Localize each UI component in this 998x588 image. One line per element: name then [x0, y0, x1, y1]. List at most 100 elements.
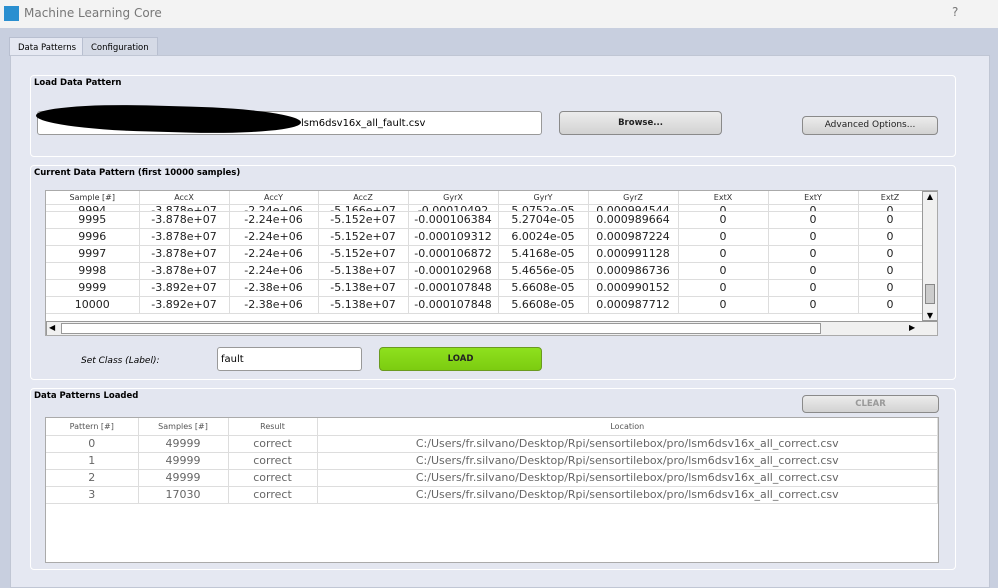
column-header[interactable]: ExtY — [768, 191, 859, 205]
group-title: Current Data Pattern (first 10000 sample… — [34, 168, 241, 178]
table-row[interactable]: 10000 -3.892e+07 -2.38e+06 -5.138e+07 -0.000… — [46, 296, 922, 314]
table-row[interactable]: 9999 -3.892e+07 -2.38e+06 -5.138e+07 -0.0001… — [46, 279, 922, 297]
column-header[interactable]: ExtX — [678, 191, 769, 205]
group-title: Load Data Pattern — [34, 78, 122, 88]
table-cell: -0.00010492 — [408, 204, 499, 212]
table-cell: 17030 — [138, 486, 229, 504]
set-class-label: Set Class (Label): — [81, 356, 160, 366]
table-cell: 49999 — [138, 435, 229, 453]
table-row[interactable]: 1 49999 correct C:/Users/fr.silvano/Desktop… — [46, 452, 938, 470]
table-cell: 0 — [678, 211, 769, 229]
advanced-options-button[interactable]: Advanced Options... — [802, 116, 938, 135]
table-cell: 0 — [768, 296, 859, 314]
table-cell: -0.000106384 — [408, 211, 499, 229]
load-button[interactable]: LOAD — [379, 347, 542, 371]
table-cell: -2.24e+06 — [229, 262, 319, 280]
browse-button[interactable]: Browse... — [559, 111, 722, 135]
column-header[interactable]: Location — [317, 418, 938, 436]
table-row[interactable]: 9997 -3.878e+07 -2.24e+06 -5.152e+07 -0.0001… — [46, 245, 922, 263]
scroll-right-icon[interactable]: ▶ — [909, 323, 915, 332]
table-cell: -2.24e+06 — [229, 228, 319, 246]
table-cell: 0.000991128 — [588, 245, 679, 263]
tab-data-patterns[interactable]: Data Patterns — [9, 37, 86, 56]
patterns-table: Pattern [#] Samples [#] Result Location 0 49… — [46, 418, 938, 504]
table-cell: 0 — [858, 228, 922, 246]
table-cell: -2.24e+06 — [229, 245, 319, 263]
table-cell: -5.138e+07 — [318, 279, 409, 297]
column-header[interactable]: Result — [228, 418, 318, 436]
table-cell: 9998 — [46, 262, 140, 280]
data-table: Sample [#] AccX AccY AccZ GyrX GyrY GyrZ ExtX Ex… — [46, 191, 922, 314]
table-row[interactable]: 9995 -3.878e+07 -2.24e+06 -5.152e+07 -0.0001… — [46, 211, 922, 229]
clear-button[interactable]: CLEAR — [802, 395, 939, 413]
table-row[interactable]: 0 49999 correct C:/Users/fr.silvano/Desktop… — [46, 435, 938, 453]
table-cell: 0 — [768, 262, 859, 280]
column-header[interactable]: Samples [#] — [138, 418, 229, 436]
table-cell: 0 — [858, 262, 922, 280]
table-cell: -2.24e+06 — [229, 211, 319, 229]
table-cell: -2.24e+06 — [229, 204, 319, 212]
table-row[interactable]: 9994 -3.878e+07 -2.24e+06 -5.166e+07 -0.0001… — [46, 204, 922, 212]
table-cell: 1 — [46, 452, 139, 470]
table-cell: -5.152e+07 — [318, 245, 409, 263]
column-header[interactable]: AccX — [139, 191, 230, 205]
table-cell: C:/Users/fr.silvano/Desktop/Rpi/sensorti… — [317, 469, 938, 487]
data-table-container: Sample [#] AccX AccY AccZ GyrX GyrY GyrZ ExtX Ex… — [45, 190, 938, 336]
table-cell: C:/Users/fr.silvano/Desktop/Rpi/sensorti… — [317, 486, 938, 504]
current-data-pattern-group: Current Data Pattern (first 10000 sample… — [30, 165, 956, 380]
table-cell: 3 — [46, 486, 139, 504]
table-cell: 5.2704e-05 — [498, 211, 589, 229]
table-cell: 9994 — [46, 204, 140, 212]
column-header[interactable]: Sample [#] — [46, 191, 140, 205]
column-header[interactable]: GyrY — [498, 191, 589, 205]
table-cell: 0 — [858, 211, 922, 229]
app-icon — [4, 6, 19, 21]
column-header[interactable]: GyrX — [408, 191, 499, 205]
scroll-up-icon[interactable]: ▲ — [923, 192, 937, 201]
table-cell: -3.878e+07 — [139, 245, 230, 263]
table-cell: -0.000107848 — [408, 296, 499, 314]
column-header[interactable]: AccY — [229, 191, 319, 205]
table-cell: 49999 — [138, 469, 229, 487]
table-cell: correct — [228, 486, 318, 504]
table-cell: 9997 — [46, 245, 140, 263]
scroll-thumb[interactable] — [925, 284, 935, 304]
horizontal-scrollbar[interactable]: ◀ ▶ — [46, 321, 937, 335]
scroll-down-icon[interactable]: ▼ — [923, 311, 937, 320]
table-cell: -0.000102968 — [408, 262, 499, 280]
table-cell: 0.000994544 — [588, 204, 679, 212]
title-bar: Machine Learning Core ? — [0, 0, 998, 28]
column-header[interactable]: GyrZ — [588, 191, 679, 205]
table-cell: 0 — [858, 279, 922, 297]
table-cell: 2 — [46, 469, 139, 487]
table-cell: 0 — [678, 245, 769, 263]
table-cell: 9996 — [46, 228, 140, 246]
table-cell: 5.4168e-05 — [498, 245, 589, 263]
table-cell: -3.892e+07 — [139, 296, 230, 314]
window-title: Machine Learning Core — [24, 6, 162, 20]
table-row[interactable]: 3 17030 correct C:/Users/fr.silvano/Desktop… — [46, 486, 938, 504]
table-row[interactable]: 9998 -3.878e+07 -2.24e+06 -5.138e+07 -0.0001… — [46, 262, 922, 280]
table-cell: -5.152e+07 — [318, 228, 409, 246]
scroll-left-icon[interactable]: ◀ — [49, 323, 55, 332]
vertical-scrollbar[interactable]: ▲ ▼ — [922, 191, 937, 321]
table-cell: 0 — [678, 228, 769, 246]
table-cell: correct — [228, 435, 318, 453]
table-cell: 9999 — [46, 279, 140, 297]
column-header[interactable]: ExtZ — [858, 191, 922, 205]
patterns-table-container: Pattern [#] Samples [#] Result Location 0 49… — [45, 417, 939, 563]
column-header[interactable]: AccZ — [318, 191, 409, 205]
table-cell: 0 — [858, 204, 922, 212]
help-button[interactable]: ? — [952, 5, 958, 19]
table-cell: -5.138e+07 — [318, 296, 409, 314]
column-header[interactable]: Pattern [#] — [46, 418, 139, 436]
table-cell: -5.166e+07 — [318, 204, 409, 212]
table-row[interactable]: 9996 -3.878e+07 -2.24e+06 -5.152e+07 -0.0001… — [46, 228, 922, 246]
class-label-input[interactable] — [217, 347, 362, 371]
tab-configuration[interactable]: Configuration — [82, 37, 158, 56]
table-row[interactable]: 2 49999 correct C:/Users/fr.silvano/Desktop… — [46, 469, 938, 487]
table-cell: -3.878e+07 — [139, 211, 230, 229]
table-cell: C:/Users/fr.silvano/Desktop/Rpi/sensorti… — [317, 435, 938, 453]
scroll-thumb[interactable] — [61, 323, 821, 334]
table-cell: -5.138e+07 — [318, 262, 409, 280]
